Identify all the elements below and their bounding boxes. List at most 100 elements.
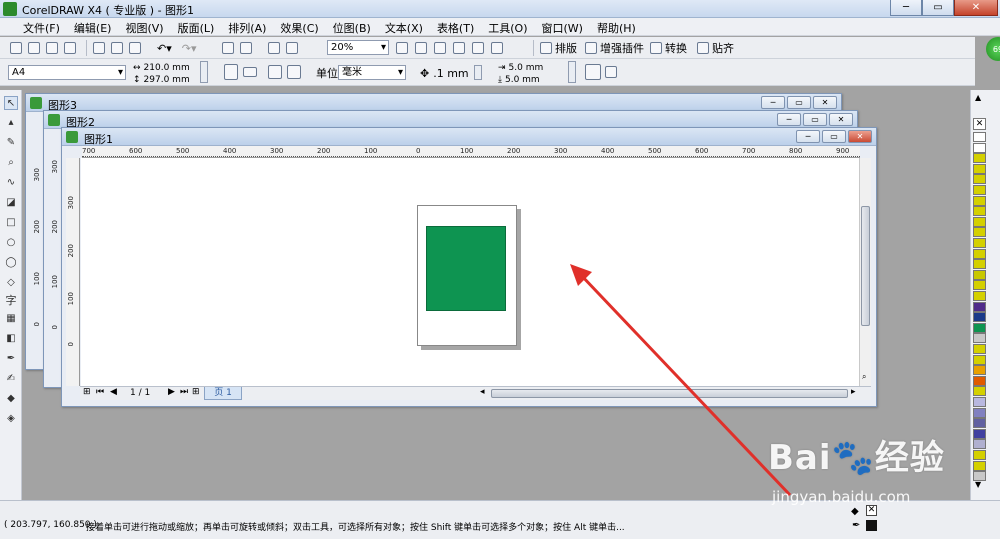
vertical-scroll-thumb[interactable] — [861, 206, 870, 326]
color-swatch[interactable] — [973, 322, 986, 333]
color-swatch[interactable] — [973, 365, 986, 376]
color-swatch[interactable] — [973, 185, 986, 195]
first-page-icon[interactable]: ⏮ — [96, 387, 104, 397]
menu-help[interactable]: 帮助(H) — [590, 18, 643, 35]
edit-page-icon[interactable] — [605, 66, 617, 78]
duplicate-y-field[interactable]: ⤓ 5.0 mm — [498, 72, 540, 88]
minimize-button[interactable]: ─ — [761, 96, 785, 109]
close-button[interactable]: ✕ — [829, 113, 853, 126]
zoom-tool-icon[interactable]: ⌕ — [4, 156, 18, 170]
outline-pen-icon[interactable]: ✍ — [4, 372, 18, 386]
fill-tool-icon[interactable]: ◆ — [4, 392, 18, 406]
no-color-swatch[interactable]: ✕ — [973, 118, 986, 130]
pick-tool-icon[interactable]: ↖ — [4, 96, 18, 110]
smart-fill-icon[interactable]: ◪ — [4, 196, 18, 210]
add-page-after-icon[interactable]: ⊞ — [192, 387, 200, 397]
portrait-icon[interactable] — [224, 64, 238, 80]
color-swatch[interactable] — [973, 216, 986, 227]
paste-icon[interactable] — [129, 42, 141, 54]
zoom-width-icon[interactable] — [491, 42, 503, 54]
color-swatch[interactable] — [973, 460, 986, 471]
close-button[interactable]: ✕ — [954, 0, 998, 16]
menu-text[interactable]: 文本(X) — [378, 18, 430, 35]
next-page-icon[interactable]: ▶ — [168, 387, 175, 397]
color-swatch[interactable] — [973, 142, 986, 153]
menu-view[interactable]: 视图(V) — [118, 18, 170, 35]
text-tool-icon[interactable]: 字 — [4, 294, 18, 308]
color-swatch[interactable] — [973, 312, 986, 323]
color-swatch[interactable] — [973, 269, 986, 280]
color-swatch[interactable] — [973, 397, 986, 407]
minimize-button[interactable]: ─ — [777, 113, 801, 126]
color-swatch[interactable] — [973, 132, 986, 142]
zoom-selected-icon[interactable] — [434, 42, 446, 54]
import-icon[interactable] — [222, 42, 234, 54]
menu-bitmaps[interactable]: 位图(B) — [326, 18, 378, 35]
zoom-navigator-icon[interactable]: ⌕ — [862, 372, 866, 382]
welcome-screen-icon[interactable] — [286, 42, 298, 54]
export-icon[interactable] — [240, 42, 252, 54]
color-swatch[interactable] — [973, 354, 986, 365]
color-swatch[interactable] — [973, 386, 986, 397]
duplicate-stepper[interactable] — [568, 61, 576, 83]
landscape-icon[interactable] — [243, 67, 257, 77]
current-page-icon[interactable] — [287, 65, 301, 79]
vertical-scrollbar[interactable]: ⌕ — [859, 158, 871, 386]
size-stepper[interactable] — [200, 61, 208, 83]
update-badge[interactable]: 69 — [986, 37, 1000, 61]
color-swatch[interactable] — [973, 280, 986, 291]
color-swatch[interactable] — [973, 248, 986, 259]
color-swatch[interactable] — [973, 333, 986, 344]
restore-button[interactable]: ▭ — [922, 0, 954, 16]
cut-icon[interactable] — [93, 42, 105, 54]
open-file-icon[interactable] — [28, 42, 40, 54]
minimize-button[interactable]: ─ — [890, 0, 922, 16]
page-height-field[interactable]: ↕ 297.0 mm — [133, 72, 190, 88]
copy-icon[interactable] — [111, 42, 123, 54]
color-swatch[interactable] — [973, 163, 986, 174]
color-swatch[interactable] — [973, 375, 986, 386]
zoom-in-icon[interactable] — [396, 42, 408, 54]
last-page-icon[interactable]: ⏭ — [180, 387, 188, 397]
menu-file[interactable]: 文件(F) — [16, 18, 67, 35]
unit-select[interactable]: 毫米 ▾ — [338, 65, 406, 80]
color-swatch[interactable] — [973, 407, 986, 418]
horizontal-ruler[interactable]: 700 600 500 400 300 200 100 0 100 200 30… — [82, 146, 860, 158]
menu-arrange[interactable]: 排列(A) — [221, 18, 273, 35]
all-pages-icon[interactable] — [268, 65, 282, 79]
color-swatch[interactable] — [973, 174, 986, 185]
interactive-fill-icon[interactable]: ◈ — [4, 412, 18, 426]
menu-layout[interactable]: 版面(L) — [171, 18, 222, 35]
color-swatch[interactable] — [973, 439, 986, 450]
menu-tools[interactable]: 工具(O) — [481, 18, 534, 35]
horizontal-scroll-thumb[interactable] — [491, 389, 848, 398]
plugin-button[interactable]: 增强插件 — [585, 40, 644, 56]
menu-table[interactable]: 表格(T) — [430, 18, 481, 35]
add-page-icon[interactable]: ⊞ — [83, 387, 91, 397]
nudge-field[interactable]: ✥ .1 mm — [420, 65, 469, 81]
print-icon[interactable] — [64, 42, 76, 54]
convert-button[interactable]: 转换 — [650, 40, 687, 56]
color-swatch[interactable] — [973, 227, 986, 238]
menu-window[interactable]: 窗口(W) — [535, 18, 590, 35]
restore-button[interactable]: ▭ — [803, 113, 827, 126]
application-launcher-icon[interactable] — [268, 42, 280, 54]
restore-button[interactable]: ▭ — [787, 96, 811, 109]
color-swatch[interactable] — [973, 450, 986, 460]
tab-page-1[interactable]: 页 1 — [204, 387, 242, 400]
zoom-out-icon[interactable] — [415, 42, 427, 54]
menu-edit[interactable]: 编辑(E) — [67, 18, 119, 35]
nudge-stepper[interactable] — [474, 65, 482, 80]
zoom-level-select[interactable]: 20% ▾ — [327, 40, 389, 55]
page-size-select[interactable]: A4 ▾ — [8, 65, 126, 80]
scroll-up-icon[interactable]: ▲ — [975, 93, 981, 102]
scroll-right-icon[interactable]: ▸ — [851, 387, 856, 397]
zoom-page-icon[interactable] — [472, 42, 484, 54]
table-tool-icon[interactable]: ▦ — [4, 312, 18, 326]
ellipse-tool-icon[interactable]: ○ — [4, 236, 18, 250]
close-button[interactable]: ✕ — [848, 130, 872, 143]
color-swatch[interactable] — [973, 153, 986, 164]
save-icon[interactable] — [46, 42, 58, 54]
restore-button[interactable]: ▭ — [822, 130, 846, 143]
basic-shapes-icon[interactable]: ◇ — [4, 276, 18, 290]
